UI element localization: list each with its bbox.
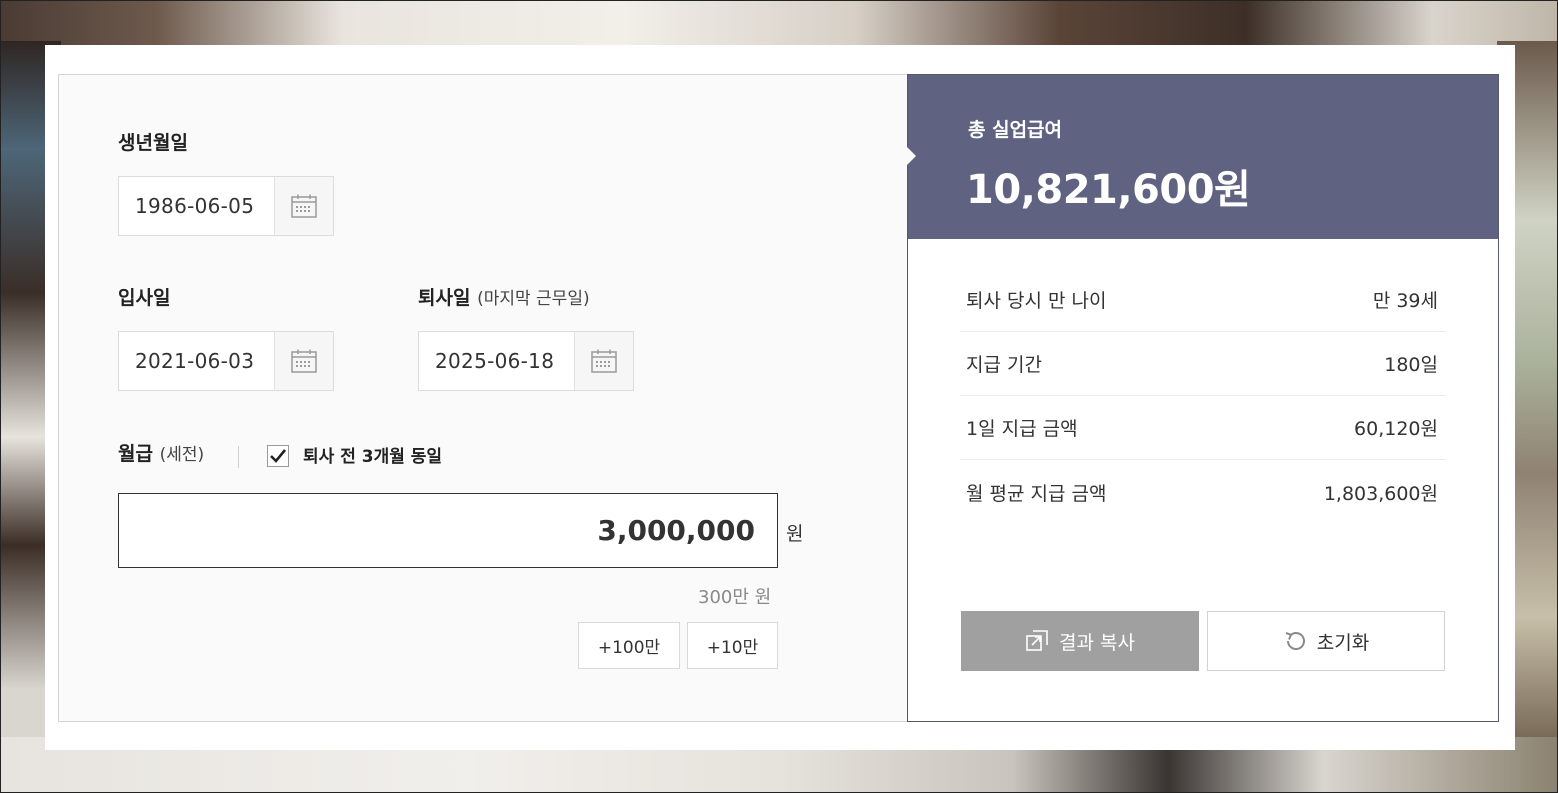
salary-input[interactable]: 3,000,000 xyxy=(118,493,778,568)
result-key: 1일 지급 금액 xyxy=(966,418,1078,440)
check-icon xyxy=(270,449,287,463)
result-key: 퇴사 당시 만 나이 xyxy=(966,290,1107,312)
calendar-icon[interactable] xyxy=(274,177,333,235)
copy-result-label: 결과 복사 xyxy=(1059,631,1135,654)
add-100man-button[interactable]: +100만 xyxy=(578,622,680,669)
birth-label: 생년월일 xyxy=(118,132,188,154)
total-value: 10,821,600원 xyxy=(966,167,1251,213)
result-row-age: 퇴사 당시 만 나이 만 39세 xyxy=(960,268,1446,332)
input-section: 생년월일 1986-06-05 입사일 2021-06-03 퇴사일 (마지막 … xyxy=(59,75,907,721)
total-label: 총 실업급여 xyxy=(968,119,1063,141)
leave-date-field[interactable]: 2025-06-18 xyxy=(418,331,634,391)
calculator-card: 생년월일 1986-06-05 입사일 2021-06-03 퇴사일 (마지막 … xyxy=(45,45,1515,750)
join-label: 입사일 xyxy=(118,287,171,309)
calendar-icon[interactable] xyxy=(274,332,333,390)
birth-date-field[interactable]: 1986-06-05 xyxy=(118,176,334,236)
birth-date-value[interactable]: 1986-06-05 xyxy=(119,177,274,235)
reset-icon xyxy=(1285,632,1305,650)
result-value: 180일 xyxy=(1384,354,1438,376)
copy-icon xyxy=(1026,630,1048,651)
join-date-value[interactable]: 2021-06-03 xyxy=(119,332,274,390)
salary-label: 월급 (세전) xyxy=(118,443,205,465)
salary-hint: 300만 원 xyxy=(698,587,772,608)
leave-label: 퇴사일 (마지막 근무일) xyxy=(418,287,590,309)
leave-date-value[interactable]: 2025-06-18 xyxy=(419,332,574,390)
result-value: 60,120원 xyxy=(1354,418,1438,440)
result-row-daily: 1일 지급 금액 60,120원 xyxy=(960,396,1446,460)
reset-button[interactable]: 초기화 xyxy=(1207,611,1445,671)
calculator-panel: 생년월일 1986-06-05 입사일 2021-06-03 퇴사일 (마지막 … xyxy=(58,74,1499,722)
same-3months-checkbox[interactable] xyxy=(267,445,289,467)
join-date-field[interactable]: 2021-06-03 xyxy=(118,331,334,391)
result-list: 퇴사 당시 만 나이 만 39세 지급 기간 180일 1일 지급 금액 60,… xyxy=(960,268,1446,524)
result-section: 총 실업급여 10,821,600원 퇴사 당시 만 나이 만 39세 지급 기… xyxy=(907,74,1499,722)
same-3months-label[interactable]: 퇴사 전 3개월 동일 xyxy=(303,442,442,467)
salary-label-sub: (세전) xyxy=(159,445,205,465)
label-divider xyxy=(238,446,239,468)
result-key: 월 평균 지급 금액 xyxy=(966,482,1107,505)
result-value: 1,803,600원 xyxy=(1323,482,1438,505)
add-10man-button[interactable]: +10만 xyxy=(687,622,778,669)
salary-unit: 원 xyxy=(786,523,804,545)
result-value: 만 39세 xyxy=(1372,290,1438,312)
result-key: 지급 기간 xyxy=(966,354,1042,376)
reset-label: 초기화 xyxy=(1316,631,1370,654)
total-box: 총 실업급여 10,821,600원 xyxy=(907,75,1498,239)
copy-result-button[interactable]: 결과 복사 xyxy=(961,611,1199,671)
result-row-period: 지급 기간 180일 xyxy=(960,332,1446,396)
calendar-icon[interactable] xyxy=(574,332,633,390)
leave-label-sub: (마지막 근무일) xyxy=(477,289,590,309)
result-row-monthly: 월 평균 지급 금액 1,803,600원 xyxy=(960,460,1446,524)
